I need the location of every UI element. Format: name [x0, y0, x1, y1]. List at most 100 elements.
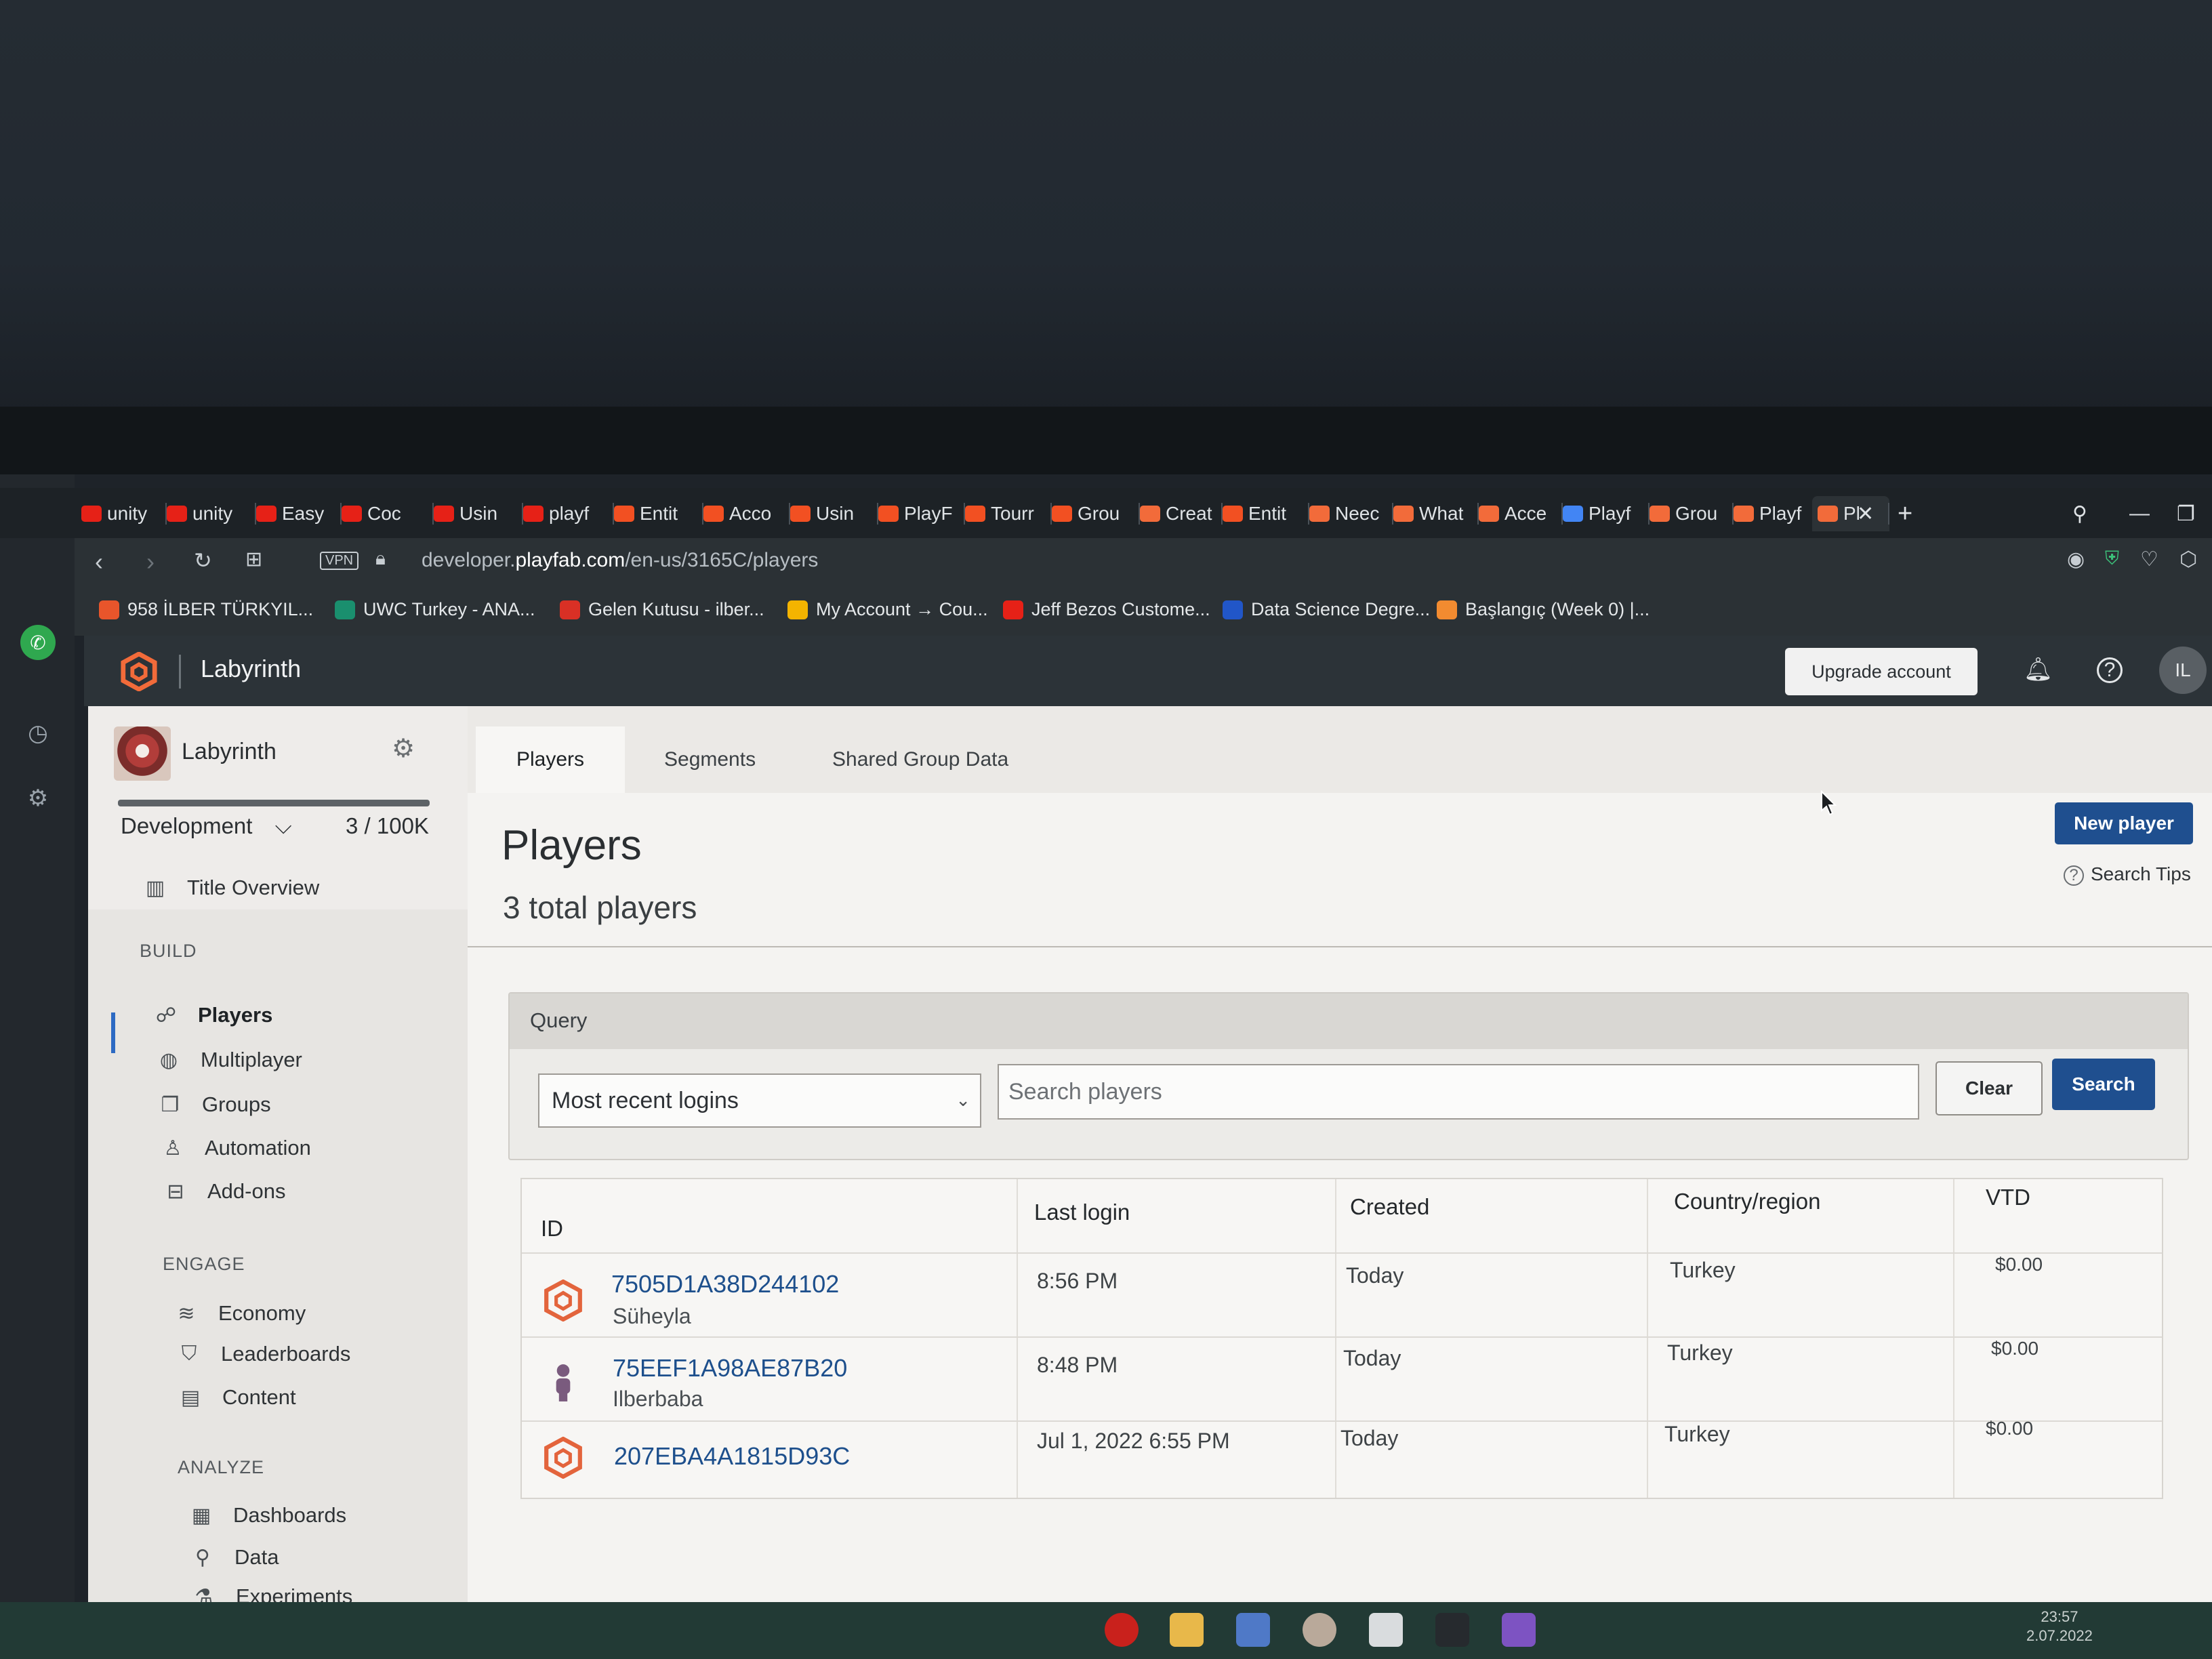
search-button[interactable]: Search	[2052, 1059, 2155, 1110]
browser-tab[interactable]: Entit	[1217, 496, 1309, 531]
tab-label: Grou	[1078, 503, 1120, 524]
help-icon[interactable]: ?	[2097, 657, 2123, 683]
bookmark-item[interactable]: Data Science Degre...	[1223, 599, 1430, 620]
nav-multiplayer[interactable]: ◍ Multiplayer	[156, 1048, 302, 1072]
tab-players[interactable]: Players	[476, 726, 625, 793]
browser-tab[interactable]: Acco	[698, 496, 790, 531]
bookmark-item[interactable]: Jeff Bezos Custome...	[1003, 599, 1210, 620]
browser-tab[interactable]: Easy	[251, 496, 342, 531]
reload-icon[interactable]: ↻	[194, 548, 212, 573]
query-label: Query	[530, 1008, 588, 1032]
browser-tab[interactable]: Tourr	[960, 496, 1052, 531]
player-id-link[interactable]: 75EEF1A98AE87B20	[613, 1354, 847, 1382]
table-row[interactable]: 75EEF1A98AE87B20 Ilberbaba 8:48 PM Today…	[522, 1336, 2162, 1422]
nav-label: Multiplayer	[201, 1048, 302, 1071]
browser-tab[interactable]: Coc	[336, 496, 434, 531]
history-icon[interactable]: ◷	[20, 716, 56, 751]
app-icon[interactable]	[1303, 1613, 1336, 1647]
nav-players[interactable]: ☍ Players	[153, 1003, 273, 1027]
tab-favicon-icon	[1140, 506, 1160, 522]
column-header-vtd[interactable]: VTD	[1986, 1185, 2030, 1210]
bookmark-item[interactable]: 958 İLBER TÜRKYIL...	[99, 599, 313, 620]
nav-economy[interactable]: ≋ Economy	[173, 1301, 306, 1326]
restore-icon[interactable]: ❐	[2177, 496, 2195, 531]
camera-icon[interactable]: ◉	[2067, 548, 2085, 571]
title-settings-gear-icon[interactable]: ⚙	[392, 733, 415, 764]
heart-icon[interactable]: ♡	[2140, 548, 2158, 571]
table-row[interactable]: 7505D1A38D244102 Süheyla 8:56 PM Today T…	[522, 1252, 2162, 1338]
shield-icon[interactable]: ⛨	[2105, 548, 2119, 570]
clear-button[interactable]: Clear	[1936, 1061, 2043, 1115]
url-text[interactable]: developer.playfab.com/en-us/3165C/player…	[422, 549, 818, 572]
browser-tab[interactable]: Usin	[785, 496, 878, 531]
playfab-logo-icon[interactable]	[119, 652, 159, 691]
browser-tab[interactable]: unity	[76, 496, 167, 531]
nav-add-ons[interactable]: ⊟ Add-ons	[163, 1179, 285, 1204]
extension-cube-icon[interactable]: ⬡	[2179, 548, 2197, 571]
settings-gear-icon[interactable]: ⚙	[20, 781, 56, 816]
nav-content[interactable]: ▤ Content	[178, 1385, 296, 1410]
browser-tab[interactable]: Playf	[1728, 496, 1818, 531]
browser-tab[interactable]: PlayF	[873, 496, 965, 531]
bell-icon[interactable]: 🔔︎	[2024, 656, 2053, 683]
unity-icon[interactable]	[1435, 1613, 1469, 1647]
search-tips-link[interactable]: ? Search Tips	[2064, 863, 2191, 886]
browser-tab[interactable]: playf	[518, 496, 614, 531]
query-filter-select[interactable]: Most recent logins ⌄	[538, 1073, 981, 1128]
column-header-id[interactable]: ID	[541, 1216, 563, 1242]
nav-automation[interactable]: ♙ Automation	[160, 1136, 311, 1160]
browser-tab[interactable]: Neec	[1304, 496, 1393, 531]
user-avatar[interactable]: IL	[2159, 647, 2207, 694]
minimize-icon[interactable]: —	[2129, 496, 2150, 531]
environment-select[interactable]: Development ⌵	[121, 813, 292, 840]
browser-tab[interactable]: Entit	[609, 496, 703, 531]
bookmark-item[interactable]: UWC Turkey - ANA...	[335, 599, 535, 620]
browser-tab[interactable]: Pl	[1812, 496, 1889, 531]
person-icon	[556, 1364, 571, 1401]
country-cell: Turkey	[1670, 1258, 1736, 1282]
system-clock[interactable]: 23:57 2.07.2022	[2026, 1607, 2093, 1645]
back-icon[interactable]: ‹	[95, 548, 103, 576]
browser-tab[interactable]: unity	[161, 496, 256, 531]
player-id-link[interactable]: 7505D1A38D244102	[611, 1270, 839, 1298]
nav-data[interactable]: ⚲ Data	[190, 1545, 279, 1570]
browser-tab[interactable]: Acce	[1473, 496, 1563, 531]
new-tab-icon[interactable]: +	[1898, 496, 1912, 531]
table-row[interactable]: 207EBA4A1815D93C Jul 1, 2022 6:55 PM Tod…	[522, 1418, 2162, 1506]
upgrade-account-button[interactable]: Upgrade account	[1785, 648, 1978, 695]
nav-groups[interactable]: ❐ Groups	[157, 1092, 271, 1117]
browser-tab[interactable]: Creat	[1134, 496, 1223, 531]
bookmark-item[interactable]: Başlangıç (Week 0) |...	[1437, 599, 1650, 620]
tabs-grid-icon[interactable]: ⊞	[245, 548, 262, 571]
browser-tab[interactable]: Playf	[1557, 496, 1650, 531]
tab-label: Acco	[729, 503, 772, 524]
tab-search-icon[interactable]: ⚲	[2072, 496, 2087, 531]
store-icon[interactable]	[1236, 1613, 1270, 1647]
whatsapp-icon[interactable]: ✆	[20, 625, 56, 660]
vpn-badge[interactable]: VPN	[320, 552, 359, 570]
search-players-input[interactable]: Search players	[998, 1064, 1919, 1120]
player-id-link[interactable]: 207EBA4A1815D93C	[614, 1442, 850, 1471]
unity-hub-icon[interactable]	[1369, 1613, 1403, 1647]
tab-segments[interactable]: Segments	[664, 726, 756, 793]
bookmark-item[interactable]: Gelen Kutusu - ilber...	[560, 599, 764, 620]
visual-studio-icon[interactable]	[1502, 1613, 1536, 1647]
tab-label: Acce	[1504, 503, 1547, 524]
browser-tab[interactable]: What	[1388, 496, 1479, 531]
close-tab-icon[interactable]: ✕	[1857, 496, 1874, 531]
bookmark-item[interactable]: My Account → Cou...	[787, 599, 988, 620]
tab-shared-group-data[interactable]: Shared Group Data	[832, 726, 1008, 793]
column-header-country[interactable]: Country/region	[1674, 1189, 1820, 1214]
column-header-created[interactable]: Created	[1350, 1194, 1429, 1220]
opera-taskbar-icon[interactable]	[1105, 1613, 1139, 1647]
browser-tab[interactable]: Usin	[428, 496, 523, 531]
nav-dashboards[interactable]: ▦ Dashboards	[188, 1503, 346, 1528]
forward-icon[interactable]: ›	[146, 548, 155, 576]
browser-tab[interactable]: Grou	[1644, 496, 1734, 531]
nav-title-overview[interactable]: ▥ Title Overview	[142, 876, 319, 900]
browser-tab[interactable]: Grou	[1046, 496, 1140, 531]
new-player-button[interactable]: New player	[2055, 802, 2193, 844]
file-explorer-icon[interactable]	[1170, 1613, 1204, 1647]
nav-leaderboards[interactable]: ⛉ Leaderboards	[176, 1342, 351, 1366]
column-header-last-login[interactable]: Last login	[1034, 1200, 1130, 1225]
